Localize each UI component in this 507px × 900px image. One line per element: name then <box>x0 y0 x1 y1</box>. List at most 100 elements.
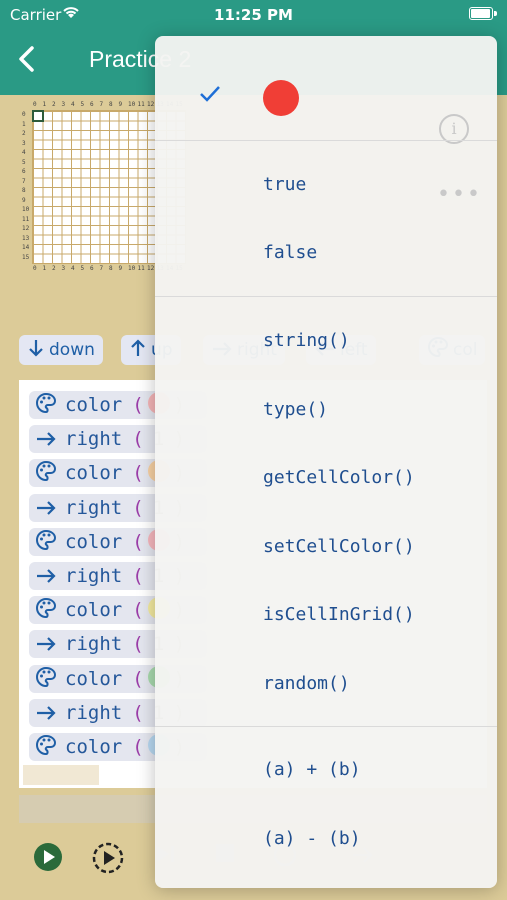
play-button[interactable] <box>33 842 63 878</box>
column-label-bottom: 12 <box>147 265 155 272</box>
palette-icon <box>35 529 57 556</box>
menu-item[interactable]: string() <box>263 330 350 351</box>
battery-tip <box>494 11 497 16</box>
row-label: 0 <box>22 111 26 118</box>
row-label: 3 <box>22 139 26 147</box>
menu-separator <box>155 726 497 727</box>
column-label: 5 <box>80 101 85 108</box>
block-menu: i ••• true false string() type() getCellColo… <box>155 36 497 888</box>
row-label: 12 <box>22 225 30 232</box>
command-name: color <box>65 394 123 416</box>
row-label: 5 <box>22 158 26 166</box>
more-icon[interactable]: ••• <box>437 182 482 207</box>
column-label-bottom: 6 <box>90 265 94 272</box>
column-label-bottom: 10 <box>128 265 136 272</box>
arrow-right-icon <box>35 500 57 522</box>
command-name: right <box>65 565 123 587</box>
column-label: 11 <box>137 101 145 108</box>
palette-icon <box>35 598 57 624</box>
drop-target[interactable] <box>23 765 99 785</box>
open-paren: ( <box>132 462 144 485</box>
row-label: 10 <box>22 206 30 213</box>
menu-separator <box>155 296 497 297</box>
command-chip-0[interactable]: down <box>19 335 103 365</box>
open-paren: ( <box>132 530 144 553</box>
open-paren: ( <box>132 394 144 416</box>
column-label: 8 <box>109 101 113 108</box>
column-label: 12 <box>147 101 155 108</box>
row-label: 13 <box>22 234 30 242</box>
command-name: right <box>65 496 123 519</box>
palette-icon <box>35 461 57 487</box>
menu-item[interactable]: (a) - (b) <box>263 828 361 849</box>
menu-item[interactable]: random() <box>263 673 350 694</box>
grid-cursor <box>32 110 44 122</box>
arrow-down-icon <box>27 340 45 363</box>
column-label: 6 <box>90 101 94 108</box>
menu-item[interactable]: false <box>263 242 317 263</box>
row-label: 2 <box>22 130 26 137</box>
command-name: color <box>65 667 123 690</box>
open-paren: ( <box>132 701 144 724</box>
chip-label: down <box>49 340 95 360</box>
command-name: color <box>65 736 123 758</box>
column-label-bottom: 1 <box>42 265 47 272</box>
row-label: 6 <box>22 168 26 175</box>
open-paren: ( <box>132 565 144 587</box>
open-paren: ( <box>132 428 144 451</box>
palette-icon <box>35 666 57 693</box>
column-label-bottom: 2 <box>52 265 56 272</box>
command-name: right <box>65 633 123 656</box>
row-label: 1 <box>22 120 26 128</box>
row-label: 14 <box>22 244 30 251</box>
command-name: color <box>65 599 123 622</box>
column-label-bottom: 0 <box>33 265 37 272</box>
arrow-up-icon <box>129 339 147 363</box>
menu-item[interactable]: setCellColor() <box>263 536 415 557</box>
row-label: 4 <box>22 149 26 156</box>
column-label: 7 <box>99 101 104 108</box>
open-paren: ( <box>132 633 144 656</box>
step-play-button[interactable] <box>92 842 124 880</box>
column-label: 3 <box>61 101 66 108</box>
row-label: 9 <box>22 196 26 204</box>
row-label: 8 <box>22 187 26 194</box>
menu-separator <box>155 140 497 141</box>
column-label: 2 <box>52 101 56 108</box>
row-label: 15 <box>22 253 30 261</box>
arrow-right-icon <box>35 568 57 590</box>
menu-item[interactable]: true <box>263 174 306 195</box>
column-label: 10 <box>128 101 136 108</box>
column-label: 0 <box>33 101 37 108</box>
column-label-bottom: 5 <box>80 265 85 272</box>
arrow-right-icon <box>35 705 57 727</box>
arrow-right-icon <box>35 636 57 658</box>
command-name: right <box>65 701 123 724</box>
command-name: right <box>65 428 123 451</box>
battery-icon <box>469 7 493 20</box>
palette-icon <box>35 734 57 761</box>
back-button[interactable] <box>16 44 36 82</box>
arrow-right-icon <box>35 431 57 453</box>
command-name: color <box>65 462 123 485</box>
open-paren: ( <box>132 496 144 519</box>
column-label-bottom: 9 <box>118 265 123 272</box>
command-name: color <box>65 530 123 553</box>
column-label: 1 <box>42 101 47 108</box>
menu-item[interactable]: (a) + (b) <box>263 759 361 780</box>
column-label-bottom: 8 <box>109 265 113 272</box>
column-label-bottom: 3 <box>61 265 66 272</box>
column-label-bottom: 7 <box>99 265 104 272</box>
row-label: 11 <box>22 215 30 223</box>
checkmark-icon <box>199 84 221 109</box>
menu-item[interactable]: isCellInGrid() <box>263 604 415 625</box>
open-paren: ( <box>132 599 144 622</box>
open-paren: ( <box>132 667 144 690</box>
selected-color-swatch[interactable] <box>263 80 299 116</box>
menu-item[interactable]: getCellColor() <box>263 467 415 488</box>
row-label: 7 <box>22 177 26 185</box>
column-label: 4 <box>71 101 75 108</box>
status-time: 11:25 PM <box>214 6 293 24</box>
menu-item[interactable]: type() <box>263 399 328 420</box>
column-label-bottom: 4 <box>71 265 75 272</box>
